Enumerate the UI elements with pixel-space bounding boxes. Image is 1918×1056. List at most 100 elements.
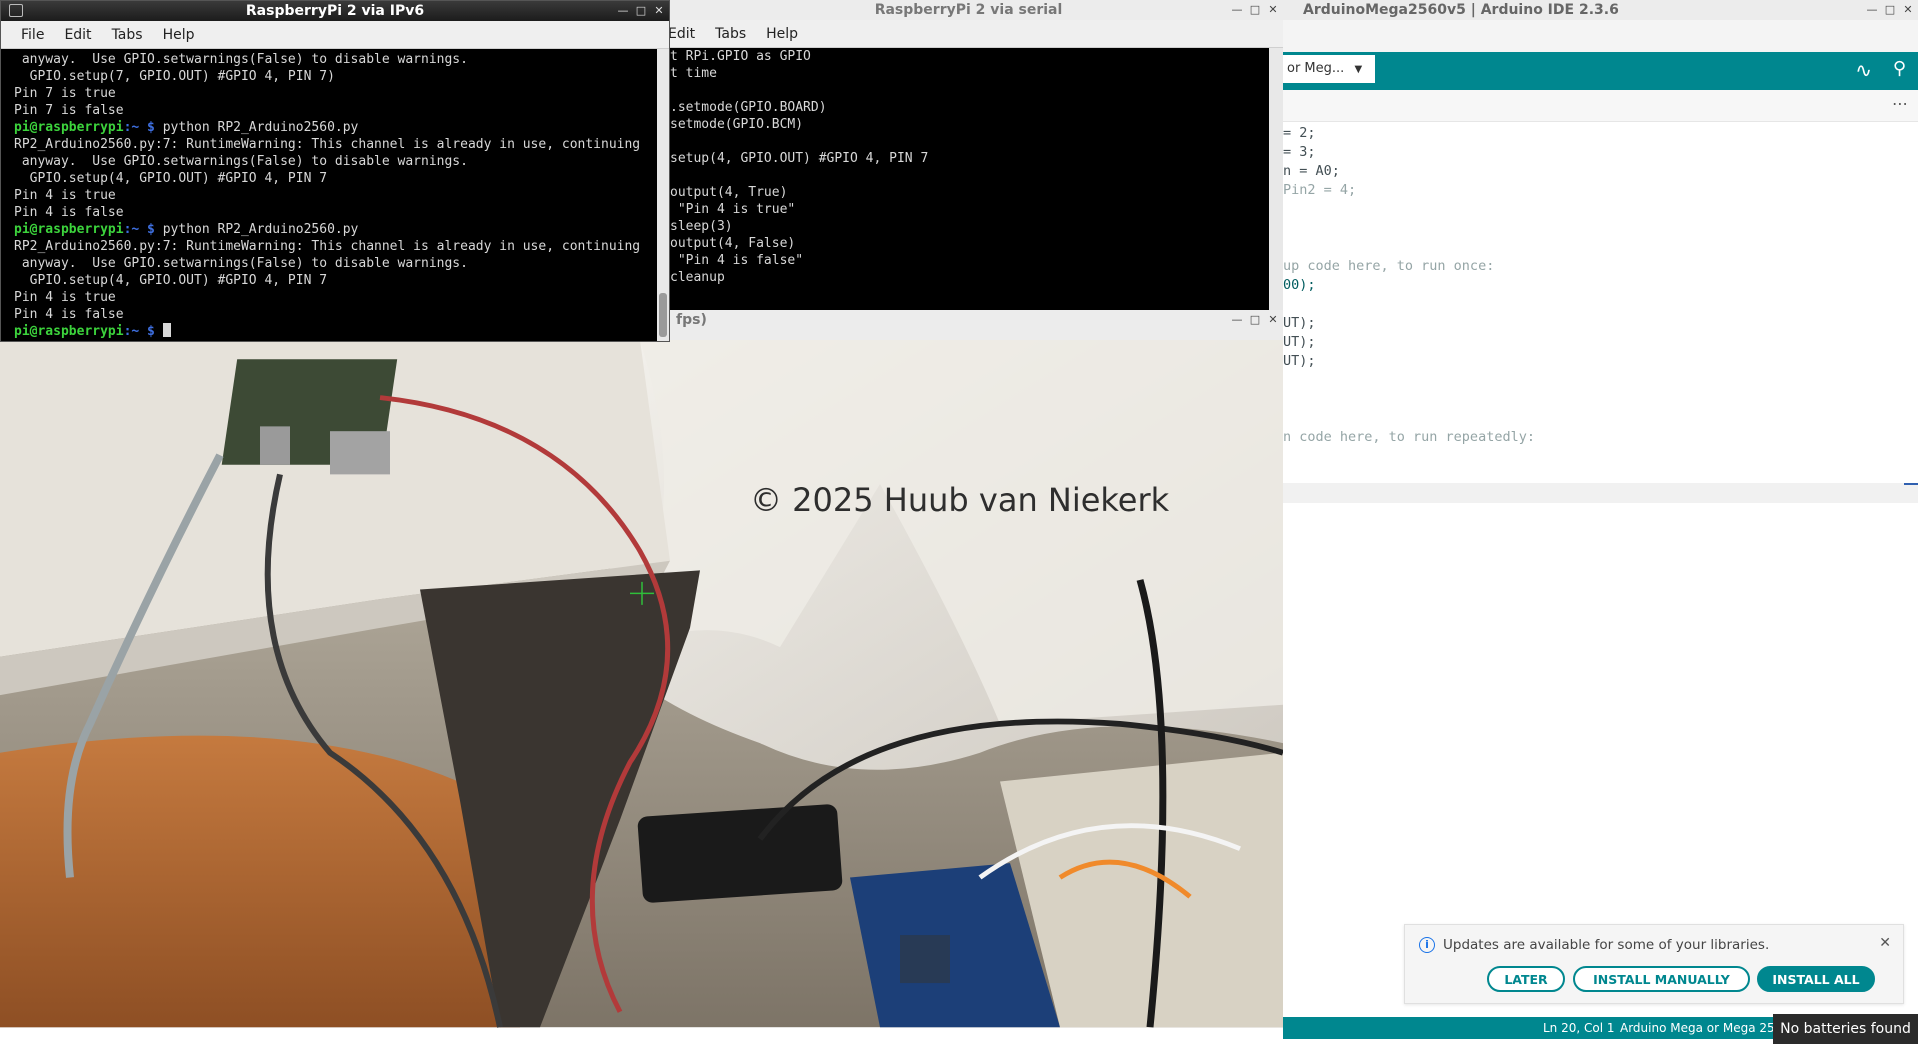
serial-terminal-output[interactable]: t RPi.GPIO as GPIO t time .setmode(GPIO.B… — [654, 48, 1269, 310]
board-selector[interactable]: or Meg... ▼ — [1283, 55, 1375, 83]
terminal-line: Pin 7 is true — [14, 86, 116, 101]
close-icon[interactable]: ✕ — [1902, 0, 1914, 20]
ipv6-menubar: File Edit Tabs Help — [1, 21, 669, 49]
prompt-path: :~ $ — [123, 324, 155, 339]
prompt-path: :~ $ — [123, 120, 155, 135]
menu-tabs[interactable]: Tabs — [705, 26, 756, 42]
terminal-line: Pin 4 is false — [14, 205, 124, 220]
serial-terminal-window: RaspberryPi 2 via serial — □ ✕ Edit Tabs… — [654, 0, 1283, 310]
board-status: Arduino Mega or Mega 2560 — [1620, 1021, 1790, 1035]
terminal-line: t RPi.GPIO as GPIO — [670, 49, 811, 64]
notification-message: Updates are available for some of your l… — [1443, 937, 1770, 953]
terminal-line: pi@raspberrypi:~ $ python RP2_Arduino256… — [14, 221, 655, 238]
close-icon[interactable]: ✕ — [1267, 0, 1279, 20]
terminal-line: setup(4, GPIO.OUT) #GPIO 4, PIN 7 — [670, 151, 929, 166]
minimize-icon[interactable]: — — [1231, 310, 1243, 330]
prompt-command: python RP2_Arduino2560.py — [154, 120, 359, 135]
prompt-command: python RP2_Arduino2560.py — [154, 222, 359, 237]
terminal-line: pi@raspberrypi:~ $ python RP2_Arduino256… — [14, 119, 655, 136]
code-line: = 3; — [1283, 144, 1316, 160]
info-icon: i — [1419, 937, 1435, 953]
window-menu-icon[interactable] — [9, 4, 23, 17]
ipv6-titlebar[interactable]: RaspberryPi 2 via IPv6 — □ ✕ — [1, 1, 669, 21]
ellipsis-icon[interactable]: ⋯ — [1892, 94, 1908, 113]
scrollbar-thumb[interactable] — [659, 293, 667, 337]
terminal-line: GPIO.setup(4, GPIO.OUT) #GPIO 4, PIN 7 — [14, 171, 328, 186]
terminal-line: Pin 7 is false — [14, 103, 124, 118]
maximize-icon[interactable]: □ — [1884, 0, 1896, 20]
arduino-toolbar: or Meg... ▼ ∿ ⚲ — [1283, 52, 1918, 90]
ipv6-terminal-output[interactable]: anyway. Use GPIO.setwarnings(False) to d… — [1, 49, 655, 341]
maximize-icon[interactable]: □ — [1249, 310, 1261, 330]
arduino-menubar-strip — [1283, 20, 1918, 52]
terminal-line: sleep(3) — [670, 219, 733, 234]
terminal-line: anyway. Use GPIO.setwarnings(False) to d… — [14, 154, 468, 169]
serial-menubar: Edit Tabs Help — [654, 20, 1283, 48]
terminal-line: .setmode(GPIO.BOARD) — [670, 100, 827, 115]
code-line: UT); — [1283, 315, 1316, 331]
terminal-line: Pin 4 is true — [14, 290, 116, 305]
close-icon[interactable]: ✕ — [1267, 310, 1279, 330]
prompt-path: :~ $ — [123, 222, 155, 237]
terminal-line: setmode(GPIO.BCM) — [670, 117, 804, 132]
minimize-icon[interactable]: — — [617, 1, 629, 21]
camera-feed-image — [0, 340, 1283, 1028]
terminal-line: RP2_Arduino2560.py:7: RuntimeWarning: Th… — [14, 239, 641, 254]
menu-help[interactable]: Help — [153, 27, 205, 43]
maximize-icon[interactable]: □ — [1249, 0, 1261, 20]
install-manually-button[interactable]: INSTALL MANUALLY — [1573, 966, 1750, 992]
ipv6-scrollbar[interactable] — [657, 49, 669, 341]
menu-help[interactable]: Help — [756, 26, 808, 42]
prompt-user: pi@raspberrypi — [14, 120, 124, 135]
code-line: UT); — [1283, 334, 1316, 350]
prompt-command — [155, 324, 163, 339]
serial-plotter-icon[interactable]: ∿ — [1855, 58, 1872, 82]
editor-scroll-marker — [1904, 483, 1918, 485]
close-icon[interactable]: ✕ — [653, 1, 665, 21]
camera-title: fps) — [676, 312, 707, 328]
terminal-line: cleanup — [670, 270, 725, 285]
terminal-line: pi@raspberrypi:~ $ — [14, 323, 655, 340]
maximize-icon[interactable]: □ — [635, 1, 647, 21]
terminal-line: "Pin 4 is true" — [670, 202, 796, 217]
arduino-titlebar[interactable]: ArduinoMega2560v5 | Arduino IDE 2.3.6 — … — [1283, 0, 1918, 20]
minimize-icon[interactable]: — — [1231, 0, 1243, 20]
terminal-line: output(4, True) — [670, 185, 788, 200]
board-selector-label: or Meg... — [1287, 61, 1345, 76]
terminal-line: GPIO.setup(7, GPIO.OUT) #GPIO 4, PIN 7) — [14, 69, 335, 84]
code-line: Pin2 = 4; — [1283, 182, 1357, 198]
text-cursor — [162, 323, 171, 337]
terminal-line: "Pin 4 is false" — [670, 253, 804, 268]
menu-tabs[interactable]: Tabs — [102, 27, 153, 43]
menu-edit[interactable]: Edit — [54, 27, 101, 43]
serial-titlebar[interactable]: RaspberryPi 2 via serial — □ ✕ — [654, 0, 1283, 20]
install-all-button[interactable]: INSTALL ALL — [1757, 966, 1875, 992]
minimize-icon[interactable]: — — [1866, 0, 1878, 20]
update-notification: i Updates are available for some of your… — [1404, 924, 1904, 1004]
code-line: 00); — [1283, 277, 1316, 293]
terminal-line: Pin 4 is true — [14, 188, 116, 203]
terminal-line: RP2_Arduino2560.py:7: RuntimeWarning: Th… — [14, 137, 641, 152]
terminal-line: GPIO.setup(4, GPIO.OUT) #GPIO 4, PIN 7 — [14, 273, 328, 288]
terminal-line: anyway. Use GPIO.setwarnings(False) to d… — [14, 52, 468, 67]
camera-window: fps) — □ ✕ © 2025 Huub van Niekerk — [0, 310, 1283, 1056]
menu-edit[interactable]: Edit — [668, 26, 705, 42]
menu-file[interactable]: File — [11, 27, 54, 43]
editor-tabbar: ⋯ — [1283, 90, 1918, 122]
terminal-line: output(4, False) — [670, 236, 796, 251]
later-button[interactable]: LATER — [1487, 966, 1565, 992]
close-icon[interactable]: ✕ — [1879, 935, 1891, 951]
serial-scrollbar[interactable] — [1269, 48, 1283, 310]
cursor-position: Ln 20, Col 1 — [1543, 1021, 1615, 1035]
serial-monitor-icon[interactable]: ⚲ — [1893, 58, 1906, 79]
current-line-highlight — [1283, 483, 1918, 503]
code-editor[interactable]: = 2; = 3; n = A0; Pin2 = 4; up code here, t… — [1283, 122, 1918, 1002]
